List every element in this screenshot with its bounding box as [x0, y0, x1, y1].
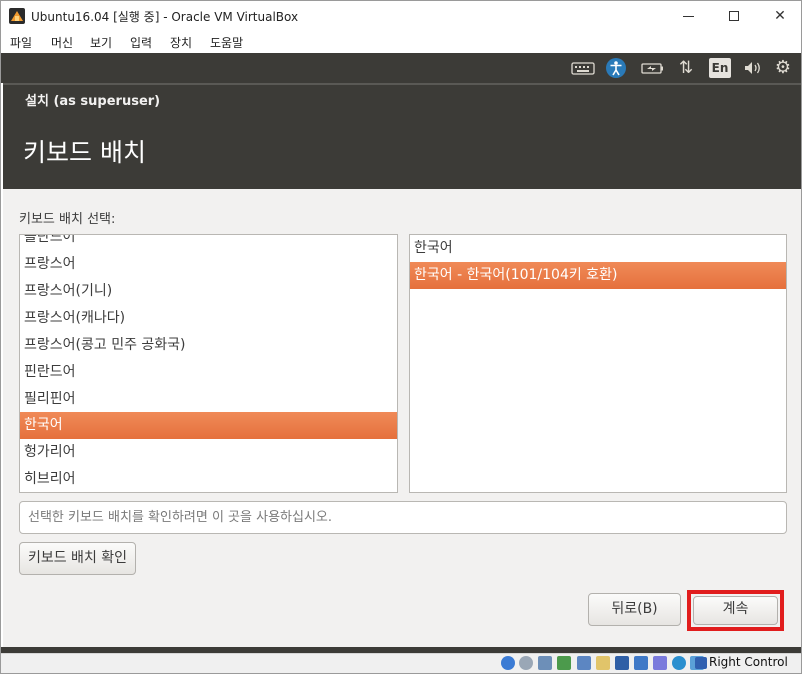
keyboard-icon[interactable] — [571, 57, 595, 79]
optical-drive-icon[interactable] — [519, 656, 533, 670]
minimize-button[interactable] — [665, 1, 711, 31]
minimize-icon — [682, 15, 694, 17]
volume-icon[interactable] — [743, 57, 763, 79]
virtualbox-icon — [9, 8, 25, 24]
vm-status-bar: Right Control — [1, 653, 801, 673]
list-item[interactable]: 폴란드어 — [20, 235, 397, 251]
maximize-icon — [729, 11, 739, 21]
network-arrows-icon[interactable]: ⇅ — [675, 57, 697, 79]
menu-view[interactable]: 보기 — [90, 34, 112, 51]
close-icon: ✕ — [774, 8, 786, 24]
list-item[interactable]: 한국어 — [410, 235, 786, 262]
window-title: Ubuntu16.04 [실행 중] - Oracle VM VirtualBo… — [31, 10, 299, 24]
variant-list[interactable]: 한국어 한국어 - 한국어(101/104키 호환) — [409, 234, 787, 493]
host-key-icon — [695, 657, 707, 669]
menu-help[interactable]: 도움말 — [210, 34, 243, 51]
list-item[interactable]: 프랑스어 — [20, 251, 397, 278]
maximize-button[interactable] — [711, 1, 757, 31]
detect-layout-button[interactable]: 키보드 배치 확인 — [19, 542, 136, 575]
audio-icon[interactable] — [538, 656, 552, 670]
installer-window-title: 설치 (as superuser) — [25, 94, 161, 109]
back-button[interactable]: 뒤로(B) — [588, 593, 681, 626]
menu-bar: 파일 머신 보기 입력 장치 도움말 — [1, 31, 801, 53]
ubuntu-top-panel: ⇅ En ⚙ — [1, 53, 801, 83]
menu-input[interactable]: 입력 — [130, 34, 152, 51]
virtualbox-window: Ubuntu16.04 [실행 중] - Oracle VM VirtualBo… — [0, 0, 802, 674]
continue-button[interactable]: 계속 — [693, 596, 778, 625]
layout-list[interactable]: 폴란드어 프랑스어 프랑스어(기니) 프랑스어(캐나다) 프랑스어(콩고 민주 … — [19, 234, 398, 493]
list-item[interactable]: 히브리어 — [20, 466, 397, 492]
layout-select-label: 키보드 배치 선택: — [19, 212, 116, 227]
installer-content: 키보드 배치 선택: 폴란드어 프랑스어 프랑스어(기니) 프랑스어(캐나다) … — [3, 189, 801, 647]
page-title: 키보드 배치 — [23, 138, 146, 167]
list-item[interactable]: 프랑스어(콩고 민주 공화국) — [20, 332, 397, 359]
input-method-indicator[interactable]: En — [709, 58, 731, 78]
shared-folders-icon[interactable] — [596, 656, 610, 670]
menu-file[interactable]: 파일 — [10, 34, 32, 51]
hard-disk-icon[interactable] — [501, 656, 515, 670]
network-icon[interactable] — [557, 656, 571, 670]
list-item-selected[interactable]: 한국어 - 한국어(101/104키 호환) — [410, 262, 786, 289]
menu-devices[interactable]: 장치 — [170, 34, 192, 51]
accessibility-icon[interactable] — [605, 57, 627, 79]
gear-icon[interactable]: ⚙ — [773, 57, 793, 79]
installer-header: 설치 (as superuser) 키보드 배치 — [3, 83, 801, 189]
list-item[interactable]: 프랑스어(캐나다) — [20, 305, 397, 332]
battery-icon[interactable] — [641, 57, 665, 79]
keyboard-test-input[interactable]: 선택한 키보드 배치를 확인하려면 이 곳을 사용하십시오. — [19, 501, 787, 534]
virtualization-icon[interactable] — [672, 656, 686, 670]
list-item[interactable]: 핀란드어 — [20, 359, 397, 386]
title-bar[interactable]: Ubuntu16.04 [실행 중] - Oracle VM VirtualBo… — [1, 1, 801, 31]
continue-highlight-box: 계속 — [687, 590, 784, 631]
close-button[interactable]: ✕ — [757, 1, 802, 31]
video-capture-icon[interactable] — [634, 656, 648, 670]
list-item[interactable]: 헝가리어 — [20, 439, 397, 466]
list-item[interactable]: 필리핀어 — [20, 386, 397, 413]
usb-icon[interactable] — [577, 656, 591, 670]
list-item[interactable]: 프랑스어(기니) — [20, 278, 397, 305]
recording-icon[interactable] — [653, 656, 667, 670]
host-key-label: Right Control — [709, 655, 788, 669]
menu-machine[interactable]: 머신 — [51, 34, 73, 51]
list-item-selected[interactable]: 한국어 — [20, 412, 397, 439]
display-icon[interactable] — [615, 656, 629, 670]
